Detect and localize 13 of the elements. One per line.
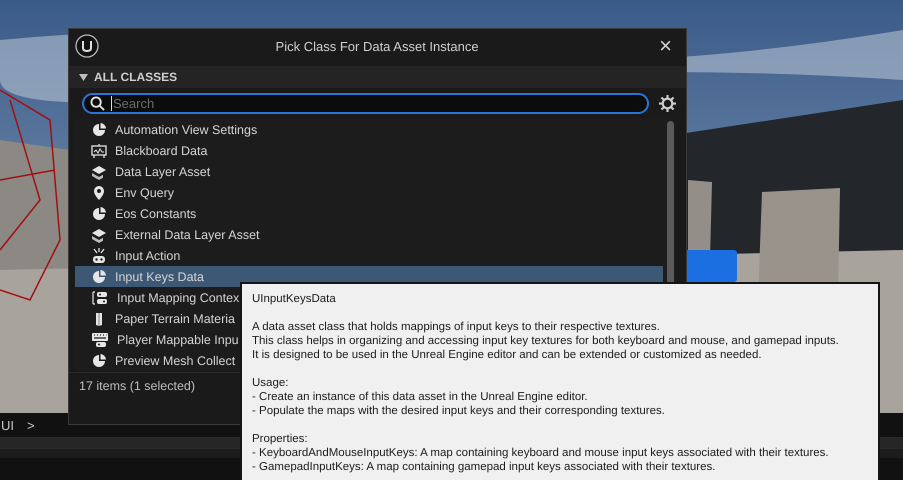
tooltip-text: Usage: (252, 376, 290, 390)
dialog-title: Pick Class For Data Asset Instance (274, 38, 480, 54)
tooltip-text: - Create an instance of this data asset in the Unreal Engine editor. (252, 390, 589, 404)
tooltip-text: It is designed to be used in the Unreal Engine editor and can be extended or customized as needed. (252, 348, 763, 362)
tooltip-text: - Populate the maps with the desired input keys and their corresponding textures. (252, 404, 666, 418)
tooltip-text: - KeyboardAndMouseInputKeys: A map containing keyboard and mouse input keys associated with their textures. (252, 446, 830, 460)
tooltip-text: - GamepadInputKeys: A map containing gamepad input keys associated with their textures. (252, 460, 716, 474)
breadcrumb-separator: > (27, 418, 35, 432)
tooltip-text: A data asset class that holds mappings of input keys to their respective textures. (252, 320, 661, 334)
tooltip-text: Properties: (252, 432, 309, 446)
tooltip-title: UInputKeysData (252, 292, 337, 306)
item-count: 17 items (1 selected) (79, 379, 196, 393)
tooltip-text: This class helps in organizing and accessing input key textures for both keyboard and mouse, and gamepad inputs. (252, 334, 840, 348)
